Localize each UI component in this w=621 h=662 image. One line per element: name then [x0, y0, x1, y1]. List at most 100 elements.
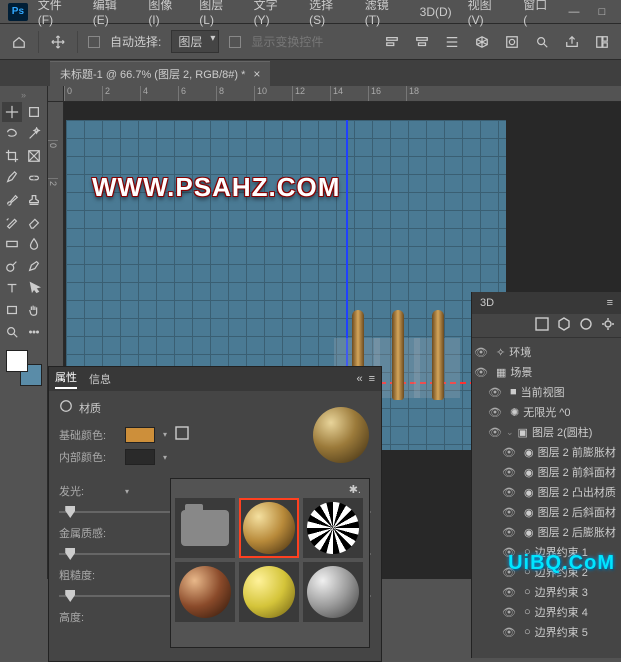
- cylinder-2[interactable]: [392, 310, 404, 400]
- edit-toolbar[interactable]: [24, 322, 44, 342]
- 3d-item[interactable]: 👁 ◉图层 2 后膨胀材: [474, 522, 619, 542]
- material-preset-silver[interactable]: [303, 562, 363, 622]
- expand-icon[interactable]: ⌄: [506, 427, 514, 438]
- dodge-tool[interactable]: [2, 256, 22, 276]
- align-icon[interactable]: [383, 33, 401, 51]
- dropdown-icon[interactable]: ▾: [125, 487, 129, 496]
- toolbox-grip[interactable]: »: [2, 90, 45, 100]
- visibility-toggle-icon[interactable]: 👁: [502, 506, 516, 519]
- filter-all-icon[interactable]: [535, 317, 549, 334]
- visibility-toggle-icon[interactable]: 👁: [502, 626, 516, 639]
- frame-tool[interactable]: [24, 146, 44, 166]
- panel-menu-icon[interactable]: ≡: [607, 297, 613, 309]
- visibility-toggle-icon[interactable]: 👁: [502, 466, 516, 479]
- workspace-icon[interactable]: [593, 33, 611, 51]
- 3d-item[interactable]: 👁 ◉图层 2 后斜面材: [474, 502, 619, 522]
- visibility-toggle-icon[interactable]: 👁: [474, 346, 488, 359]
- panel-menu-icon[interactable]: ≡: [369, 373, 375, 385]
- path-select-tool[interactable]: [24, 278, 44, 298]
- menu-layer[interactable]: 图层(L): [193, 0, 243, 30]
- window-minimize-button[interactable]: —: [561, 3, 587, 21]
- material-preset-gold[interactable]: [239, 498, 299, 558]
- dropdown-icon[interactable]: ▾: [163, 430, 167, 439]
- menu-file[interactable]: 文件(F): [32, 0, 83, 30]
- eraser-tool[interactable]: [24, 212, 44, 232]
- document-tab[interactable]: 未标题-1 @ 66.7% (图层 2, RGB/8#) * ×: [50, 61, 270, 86]
- window-maximize-button[interactable]: □: [589, 3, 615, 21]
- mask-icon[interactable]: [503, 33, 521, 51]
- hand-tool[interactable]: [24, 300, 44, 320]
- menu-select[interactable]: 选择(S): [303, 0, 355, 30]
- filter-material-icon[interactable]: [579, 317, 593, 334]
- menu-window[interactable]: 窗口(: [517, 0, 557, 30]
- 3d-item[interactable]: 👁 ○边界约束 3: [474, 582, 619, 602]
- 3d-item[interactable]: 👁⌄▣图层 2(圆柱): [474, 422, 619, 442]
- ruler-origin[interactable]: [48, 86, 64, 102]
- inner-color-swatch[interactable]: [125, 449, 155, 465]
- share-icon[interactable]: [563, 33, 581, 51]
- texture-icon[interactable]: [175, 426, 189, 443]
- menu-view[interactable]: 视图(V): [462, 0, 514, 30]
- ruler-horizontal[interactable]: 024681012141618: [64, 86, 621, 102]
- material-preset-checker[interactable]: [303, 498, 363, 558]
- type-tool[interactable]: [2, 278, 22, 298]
- crop-tool[interactable]: [2, 146, 22, 166]
- stamp-tool[interactable]: [24, 190, 44, 210]
- visibility-toggle-icon[interactable]: 👁: [502, 486, 516, 499]
- filter-mesh-icon[interactable]: [557, 317, 571, 334]
- gradient-tool[interactable]: [2, 234, 22, 254]
- color-swatches[interactable]: [6, 350, 42, 386]
- popup-gear-icon[interactable]: ✱.: [349, 484, 361, 496]
- panel-collapse-icon[interactable]: «: [356, 373, 362, 385]
- artboard-tool[interactable]: [24, 102, 44, 122]
- home-icon[interactable]: [10, 33, 28, 51]
- visibility-toggle-icon[interactable]: 👁: [502, 526, 516, 539]
- filter-light-icon[interactable]: [601, 317, 615, 334]
- material-preset-yellow[interactable]: [239, 562, 299, 622]
- pen-tool[interactable]: [24, 256, 44, 276]
- menu-type[interactable]: 文字(Y): [248, 0, 300, 30]
- align-icon-2[interactable]: [413, 33, 431, 51]
- move-tool-icon[interactable]: [49, 33, 67, 51]
- visibility-toggle-icon[interactable]: 👁: [488, 426, 502, 439]
- auto-select-target[interactable]: 图层: [171, 30, 219, 53]
- menu-edit[interactable]: 编辑(E): [87, 0, 139, 30]
- 3d-item[interactable]: 👁 ✺无限光 ^0: [474, 402, 619, 422]
- material-folder[interactable]: [175, 498, 235, 558]
- close-tab-icon[interactable]: ×: [253, 67, 260, 81]
- 3d-item[interactable]: 👁 ▦场景: [474, 362, 619, 382]
- visibility-toggle-icon[interactable]: 👁: [488, 406, 502, 419]
- show-controls-checkbox[interactable]: [229, 36, 241, 48]
- visibility-toggle-icon[interactable]: 👁: [502, 446, 516, 459]
- 3d-item[interactable]: 👁 ◉图层 2 前膨胀材: [474, 442, 619, 462]
- tab-info[interactable]: 信息: [89, 371, 111, 387]
- 3d-item[interactable]: 👁 ◉图层 2 前斜面材: [474, 462, 619, 482]
- material-preset-copper[interactable]: [175, 562, 235, 622]
- dropdown-icon[interactable]: ▾: [163, 453, 167, 462]
- history-brush-tool[interactable]: [2, 212, 22, 232]
- material-preview-sphere[interactable]: [313, 407, 369, 463]
- rectangle-tool[interactable]: [2, 300, 22, 320]
- 3d-item[interactable]: 👁 ✧环境: [474, 342, 619, 362]
- menu-image[interactable]: 图像(I): [142, 0, 189, 30]
- visibility-toggle-icon[interactable]: 👁: [488, 386, 502, 399]
- 3d-item[interactable]: 👁 ○边界约束 4: [474, 602, 619, 622]
- base-color-swatch[interactable]: [125, 427, 155, 443]
- eyedropper-tool[interactable]: [2, 168, 22, 188]
- blur-tool[interactable]: [24, 234, 44, 254]
- wand-tool[interactable]: [24, 124, 44, 144]
- 3d-item[interactable]: 👁 ◉图层 2 凸出材质: [474, 482, 619, 502]
- visibility-toggle-icon[interactable]: 👁: [474, 366, 488, 379]
- menu-filter[interactable]: 滤镜(T): [359, 0, 410, 30]
- cylinder-3[interactable]: [432, 310, 444, 400]
- heal-tool[interactable]: [24, 168, 44, 188]
- menu-3d[interactable]: 3D(D): [414, 2, 458, 22]
- zoom-tool[interactable]: [2, 322, 22, 342]
- 3d-item[interactable]: 👁 ○边界约束 5: [474, 622, 619, 642]
- visibility-toggle-icon[interactable]: 👁: [502, 606, 516, 619]
- tab-3d[interactable]: 3D: [480, 297, 494, 309]
- 3d-item[interactable]: 👁 ■当前视图: [474, 382, 619, 402]
- auto-select-checkbox[interactable]: [88, 36, 100, 48]
- tab-properties[interactable]: 属性: [55, 369, 77, 389]
- visibility-toggle-icon[interactable]: 👁: [502, 586, 516, 599]
